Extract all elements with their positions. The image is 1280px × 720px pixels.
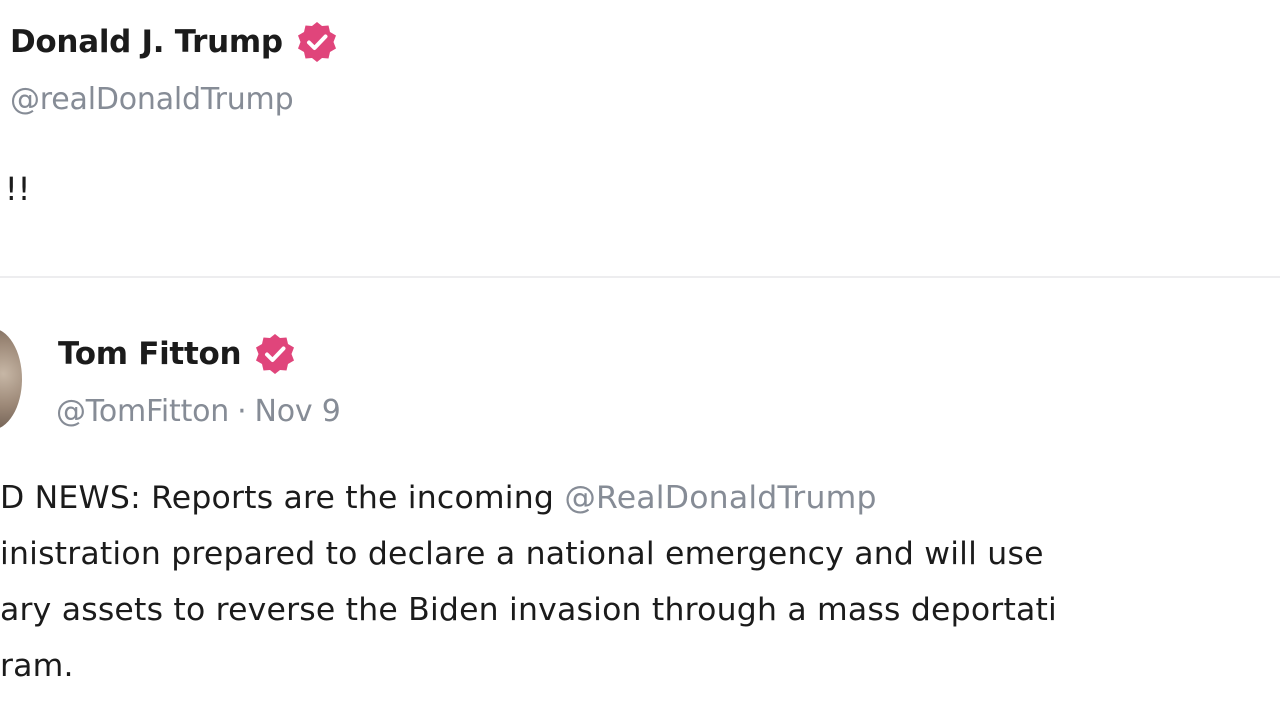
verified-badge-icon <box>253 332 297 376</box>
quoted-body-line: ary assets to reverse the Biden invasion… <box>0 592 1058 628</box>
quoted-author-row[interactable]: Tom Fitton <box>58 332 297 376</box>
post-body-text: !!! <box>0 170 31 208</box>
quoted-post-meta: @TomFitton · Nov 9 <box>56 394 341 429</box>
mention-link[interactable]: @RealDonaldTrump <box>564 480 876 516</box>
post-author-row[interactable]: Donald J. Trump <box>10 20 339 64</box>
quoted-body-line: inistration prepared to declare a nation… <box>0 536 1044 572</box>
author-display-name[interactable]: Donald J. Trump <box>10 24 283 60</box>
quoted-body-line: D NEWS: Reports are the incoming @RealDo… <box>0 470 877 526</box>
quoted-post-date[interactable]: Nov 9 <box>254 394 340 429</box>
quoted-body-line: ram. <box>0 648 74 684</box>
screenshot-canvas: Donald J. Trump @realDonaldTrump !!! Tom… <box>0 0 1280 720</box>
post-divider <box>0 276 1280 278</box>
meta-separator: · <box>237 394 247 429</box>
avatar[interactable] <box>0 328 22 430</box>
verified-badge-icon <box>295 20 339 64</box>
quoted-author-handle[interactable]: @TomFitton <box>56 394 229 429</box>
author-handle[interactable]: @realDonaldTrump <box>10 82 294 117</box>
quoted-body-text: D NEWS: Reports are the incoming <box>0 480 565 516</box>
quoted-author-name[interactable]: Tom Fitton <box>58 336 242 372</box>
